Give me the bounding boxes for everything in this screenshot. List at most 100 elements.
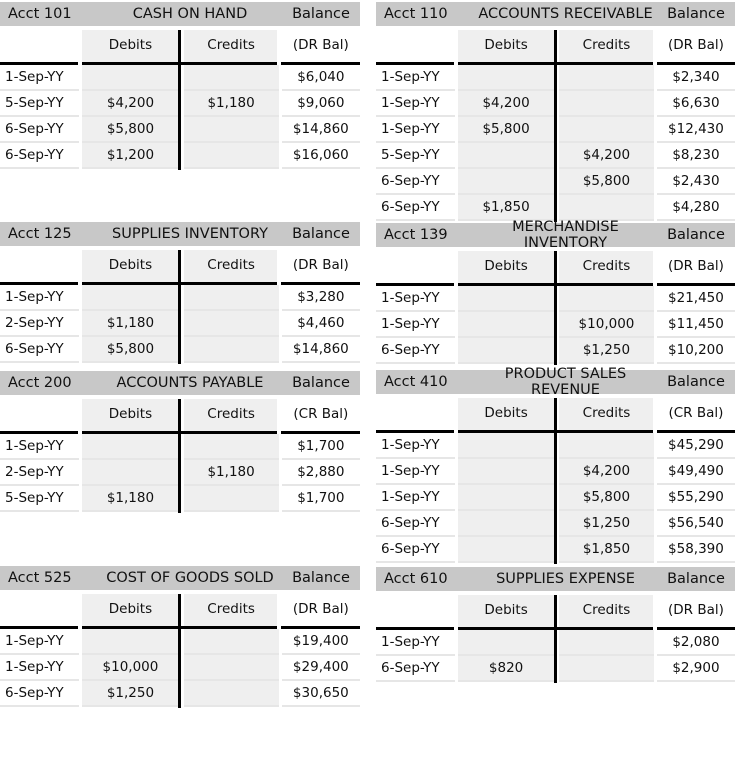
debit-amount (458, 485, 555, 511)
debit-amount (458, 286, 555, 312)
header-gap (454, 251, 458, 286)
entry-date: 1-Sep-YY (376, 630, 456, 656)
account-name: SUPPLIES EXPENSE (496, 571, 635, 587)
t-account: Acct 139 MERCHANDISE INVENTORY Balance Debi… (376, 219, 735, 365)
credit-amount (559, 656, 654, 682)
entry-date: 2-Sep-YY (0, 460, 80, 486)
credits-header: Credits (183, 250, 279, 282)
balance-type: (DR Bal) (668, 258, 724, 274)
debit-amount (82, 65, 179, 91)
entry-date: 6-Sep-YY (0, 143, 80, 169)
running-balance: $3,280 (281, 285, 360, 311)
header-gap (78, 30, 82, 65)
debits-header: Debits (458, 30, 555, 62)
header-gap (78, 594, 82, 629)
credit-amount: $1,250 (559, 338, 654, 364)
entry-date: 6-Sep-YY (376, 169, 456, 195)
running-balance: $4,280 (656, 195, 735, 221)
running-balance: $49,490 (656, 459, 735, 485)
account-name: SUPPLIES INVENTORY (112, 226, 268, 242)
credit-amount (183, 337, 279, 363)
t-account: Acct 200 ACCOUNTS PAYABLE Balance Debits Cre… (0, 371, 360, 513)
debit-amount: $4,200 (458, 91, 555, 117)
debits-header: Debits (82, 30, 179, 62)
debit-amount: $5,800 (458, 117, 555, 143)
balance-type: (DR Bal) (292, 257, 349, 273)
credits-header: Credits (183, 30, 279, 62)
entry-date: 1-Sep-YY (376, 459, 456, 485)
header-gap (454, 595, 458, 630)
account-header: Acct 110 ACCOUNTS RECEIVABLE Balance (376, 2, 735, 26)
running-balance: $1,700 (281, 486, 360, 512)
credit-amount: $10,000 (559, 312, 654, 338)
entry-date: 6-Sep-YY (0, 681, 80, 707)
entry-date: 1-Sep-YY (0, 65, 80, 91)
header-gap (653, 398, 657, 433)
t-account: Acct 410 PRODUCT SALES REVENUE Balance Debi… (376, 366, 735, 564)
credit-amount: $5,800 (559, 485, 654, 511)
date-header-blank (376, 30, 455, 62)
balance-label: Balance (292, 226, 350, 242)
balance-label: Balance (667, 374, 725, 390)
entry-date: 1-Sep-YY (376, 312, 456, 338)
t-account: Acct 110 ACCOUNTS RECEIVABLE Balance Debits… (376, 2, 735, 222)
credit-amount (183, 434, 279, 460)
entry-date: 5-Sep-YY (376, 143, 456, 169)
entry-date: 6-Sep-YY (376, 338, 456, 364)
credits-header: Credits (183, 594, 279, 626)
debit-amount: $5,800 (82, 117, 179, 143)
running-balance: $2,340 (656, 65, 735, 91)
date-header-blank (0, 594, 79, 626)
debit-amount: $1,850 (458, 195, 555, 221)
entry-date: 5-Sep-YY (0, 486, 80, 512)
credit-amount (559, 433, 654, 459)
header-gap (277, 250, 281, 285)
credits-header: Credits (559, 595, 654, 627)
t-account: Acct 125 SUPPLIES INVENTORY Balance Debits C… (0, 222, 360, 364)
account-name: MERCHANDISE INVENTORY (512, 219, 619, 251)
account-name: PRODUCT SALES REVENUE (504, 366, 627, 398)
balance-label: Balance (292, 6, 350, 22)
credit-amount: $5,800 (559, 169, 654, 195)
running-balance: $6,040 (281, 65, 360, 91)
entry-date: 1-Sep-YY (376, 433, 456, 459)
entry-date: 1-Sep-YY (0, 629, 80, 655)
entry-date: 1-Sep-YY (376, 286, 456, 312)
balance-type: (DR Bal) (668, 602, 724, 618)
t-account: Acct 101 CASH ON HAND Balance Debits Credits… (0, 2, 360, 170)
debit-amount (458, 433, 555, 459)
t-account-divider (178, 399, 181, 513)
header-gap (653, 251, 657, 286)
debit-amount (82, 629, 179, 655)
entry-date: 1-Sep-YY (0, 655, 80, 681)
balance-type: (CR Bal) (668, 405, 724, 421)
account-header: Acct 101 CASH ON HAND Balance (0, 2, 360, 26)
credit-amount (183, 285, 279, 311)
account-name: ACCOUNTS PAYABLE (116, 375, 264, 391)
t-account-divider (178, 30, 181, 170)
credit-amount: $4,200 (559, 143, 654, 169)
credit-amount (183, 311, 279, 337)
account-name: CASH ON HAND (132, 6, 248, 22)
header-gap (78, 250, 82, 285)
account-number: Acct 200 (8, 375, 72, 391)
debit-amount (458, 143, 555, 169)
header-gap (277, 30, 281, 65)
debit-amount: $5,800 (82, 337, 179, 363)
entry-date: 6-Sep-YY (376, 656, 456, 682)
entry-date: 6-Sep-YY (376, 511, 456, 537)
running-balance: $2,880 (281, 460, 360, 486)
balance-label: Balance (667, 6, 725, 22)
date-header-blank (0, 250, 79, 282)
running-balance: $1,700 (281, 434, 360, 460)
running-balance: $56,540 (656, 511, 735, 537)
t-account-divider (554, 398, 557, 564)
debit-amount (458, 537, 555, 563)
date-header-blank (376, 595, 455, 627)
running-balance: $45,290 (656, 433, 735, 459)
debit-amount: $820 (458, 656, 555, 682)
debit-amount: $1,200 (82, 143, 179, 169)
running-balance: $55,290 (656, 485, 735, 511)
balance-type: (DR Bal) (292, 601, 349, 617)
date-header-blank (0, 30, 79, 62)
